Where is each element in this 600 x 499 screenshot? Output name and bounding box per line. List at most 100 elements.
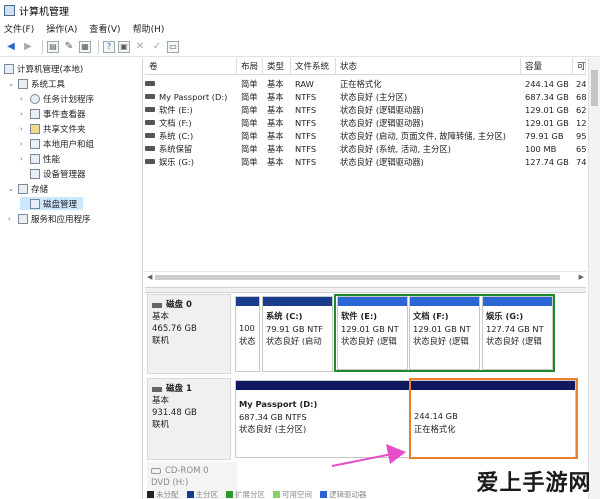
volume-row[interactable]: 系统保留 简单 基本 NTFS 状态良好 (系统, 活动, 主分区) 100 MB 65 — [145, 142, 586, 155]
edit-icon[interactable]: ✎ — [62, 40, 76, 54]
menu-help[interactable]: 帮助(H) — [133, 22, 165, 35]
volume-row[interactable]: 娱乐 (G:) 简单 基本 NTFS 状态良好 (逻辑驱动器) 127.74 GB 74 — [145, 155, 586, 168]
window-title: 计算机管理 — [19, 6, 69, 18]
primary-partition-bar — [263, 297, 332, 306]
volume-status-cell: 状态良好 (启动, 页面文件, 故障转储, 主分区) — [340, 130, 506, 141]
volume-row[interactable]: 软件 (E:) 简单 基本 NTFS 状态良好 (逻辑驱动器) 129.01 GB 62 — [145, 103, 586, 116]
chevron-right-icon[interactable]: › — [20, 95, 28, 103]
volume-capacity-cell: 244.14 GB — [525, 78, 569, 89]
watermark-text: 爱上手游网 — [476, 470, 592, 496]
chevron-right-icon[interactable]: › — [20, 155, 28, 163]
pane-splitter[interactable] — [145, 287, 586, 293]
partition-system-reserved[interactable]: 100 状态 — [235, 296, 260, 372]
column-header-capacity[interactable]: 容量 — [521, 58, 573, 75]
drive-icon — [145, 159, 155, 164]
performance-icon — [30, 153, 40, 164]
tree-item-shared-folders[interactable]: › 共享文件夹 — [20, 122, 86, 135]
chevron-right-icon[interactable]: › — [8, 215, 16, 223]
volume-free-cell: 62 — [576, 104, 586, 115]
volume-status-cell: 状态良好 (逻辑驱动器) — [340, 117, 424, 128]
forward-arrow-icon[interactable]: ▶ — [21, 40, 35, 54]
volume-row[interactable]: 系统 (C:) 简单 基本 NTFS 状态良好 (启动, 页面文件, 故障转储, 主分区… — [145, 129, 586, 142]
volume-capacity-cell: 79.91 GB — [525, 130, 564, 141]
disk-0-kind: 基本 — [152, 312, 170, 322]
chevron-right-icon[interactable]: › — [20, 140, 28, 148]
volume-row[interactable]: 简单 基本 RAW 正在格式化 244.14 GB 24 — [145, 77, 586, 90]
partition-c[interactable]: 系统 (C:) 79.91 GB NTF 状态良好 (启动 — [262, 296, 333, 372]
properties-icon[interactable]: ▣ — [118, 40, 130, 53]
tree-item-event-viewer[interactable]: › 事件查看器 — [20, 107, 86, 120]
formatting-highlight — [409, 378, 578, 459]
disk-0-info[interactable]: 磁盘 0 基本 465.76 GB 联机 — [147, 294, 231, 374]
disk-1-name: 磁盘 1 — [166, 384, 192, 394]
volume-name: 娱乐 (G:) — [159, 156, 194, 167]
legend-swatch-free — [273, 491, 280, 498]
column-header-filesystem[interactable]: 文件系统 — [291, 58, 336, 75]
volume-row[interactable]: My Passport (D:) 简单 基本 NTFS 状态良好 (主分区) 687.34… — [145, 90, 586, 103]
column-header-type[interactable]: 类型 — [263, 58, 291, 75]
volume-free-cell: 12 — [576, 117, 586, 128]
console-tree-icon[interactable]: ▦ — [79, 40, 91, 53]
title-bar: 计算机管理 — [0, 0, 600, 20]
scroll-right-icon[interactable]: ▶ — [579, 273, 584, 281]
column-header-free[interactable]: 可 — [573, 58, 586, 75]
computer-management-icon — [4, 4, 15, 16]
up-folder-icon[interactable]: ▤ — [47, 40, 59, 53]
event-viewer-icon — [30, 108, 40, 119]
tree-item-task-scheduler[interactable]: › 任务计划程序 — [20, 92, 94, 105]
volume-status-cell: 状态良好 (逻辑驱动器) — [340, 104, 424, 115]
tree-item-local-users[interactable]: › 本地用户和组 — [20, 137, 94, 150]
chevron-right-icon[interactable]: › — [20, 110, 28, 118]
clock-icon — [30, 93, 40, 104]
tree-item-storage[interactable]: ⌄ 存储 — [8, 182, 48, 195]
volume-free-cell: 74 — [576, 156, 586, 167]
legend-swatch-primary — [186, 491, 194, 498]
tree-item-system-tools[interactable]: ⌄ 系统工具 — [8, 77, 65, 90]
disk-management-icon — [30, 198, 40, 209]
chevron-right-icon[interactable]: › — [20, 125, 28, 133]
menu-view[interactable]: 查看(V) — [89, 22, 120, 35]
column-header-layout[interactable]: 布局 — [237, 58, 263, 75]
volume-type-cell: 基本 — [267, 130, 284, 141]
chevron-down-icon[interactable]: ⌄ — [8, 185, 16, 193]
users-icon — [30, 138, 40, 149]
disk-0-state: 联机 — [152, 336, 170, 346]
toolbar: ◀ ▶ ▤ ✎ ▦ ? ▣ ✕ ✓ ▭ — [0, 37, 600, 57]
horizontal-scrollbar[interactable]: ◀ ▶ — [145, 271, 586, 283]
menu-file[interactable]: 文件(F) — [4, 22, 34, 35]
volume-layout-cell: 简单 — [241, 104, 258, 115]
tree-item-services-apps[interactable]: › 服务和应用程序 — [8, 212, 91, 225]
column-header-status[interactable]: 状态 — [336, 58, 521, 75]
menu-bar: 文件(F) 操作(A) 查看(V) 帮助(H) — [0, 20, 600, 37]
volume-name-cell: My Passport (D:) — [145, 90, 237, 103]
column-header-volume[interactable]: 卷 — [145, 58, 237, 75]
tree-item-device-manager[interactable]: 设备管理器 — [30, 167, 86, 180]
back-arrow-icon[interactable]: ◀ — [4, 40, 18, 54]
tree-item-computer-management[interactable]: 计算机管理(本地) — [4, 62, 83, 75]
delete-icon[interactable]: ✕ — [133, 40, 147, 54]
list-view-icon[interactable]: ▭ — [167, 40, 179, 53]
volume-name-cell: 软件 (E:) — [145, 103, 237, 116]
volume-layout-cell: 简单 — [241, 156, 258, 167]
scrollbar-thumb[interactable] — [155, 275, 560, 280]
vertical-scrollbar[interactable] — [588, 58, 600, 499]
volume-row[interactable]: 文档 (F:) 简单 基本 NTFS 状态良好 (逻辑驱动器) 129.01 GB 12 — [145, 116, 586, 129]
tree-item-performance[interactable]: › 性能 — [20, 152, 60, 165]
disk-icon — [152, 302, 162, 308]
volume-name-cell — [145, 77, 237, 90]
scroll-left-icon[interactable]: ◀ — [147, 273, 152, 281]
volume-capacity-cell: 100 MB — [525, 143, 557, 154]
drive-icon — [145, 107, 155, 112]
scrollbar-thumb[interactable] — [591, 70, 598, 106]
chevron-down-icon[interactable]: ⌄ — [8, 80, 16, 88]
check-icon[interactable]: ✓ — [150, 40, 164, 54]
disk-1-info[interactable]: 磁盘 1 基本 931.48 GB 联机 — [147, 378, 231, 460]
volume-layout-cell: 简单 — [241, 143, 258, 154]
help-icon[interactable]: ? — [103, 40, 115, 53]
menu-action[interactable]: 操作(A) — [46, 22, 77, 35]
cdrom-name: CD-ROM 0 — [165, 466, 209, 476]
drive-icon — [145, 81, 155, 86]
tree-item-disk-management[interactable]: 磁盘管理 — [20, 197, 84, 210]
volume-layout-cell: 简单 — [241, 91, 258, 102]
legend-swatch-unallocated — [147, 491, 154, 498]
